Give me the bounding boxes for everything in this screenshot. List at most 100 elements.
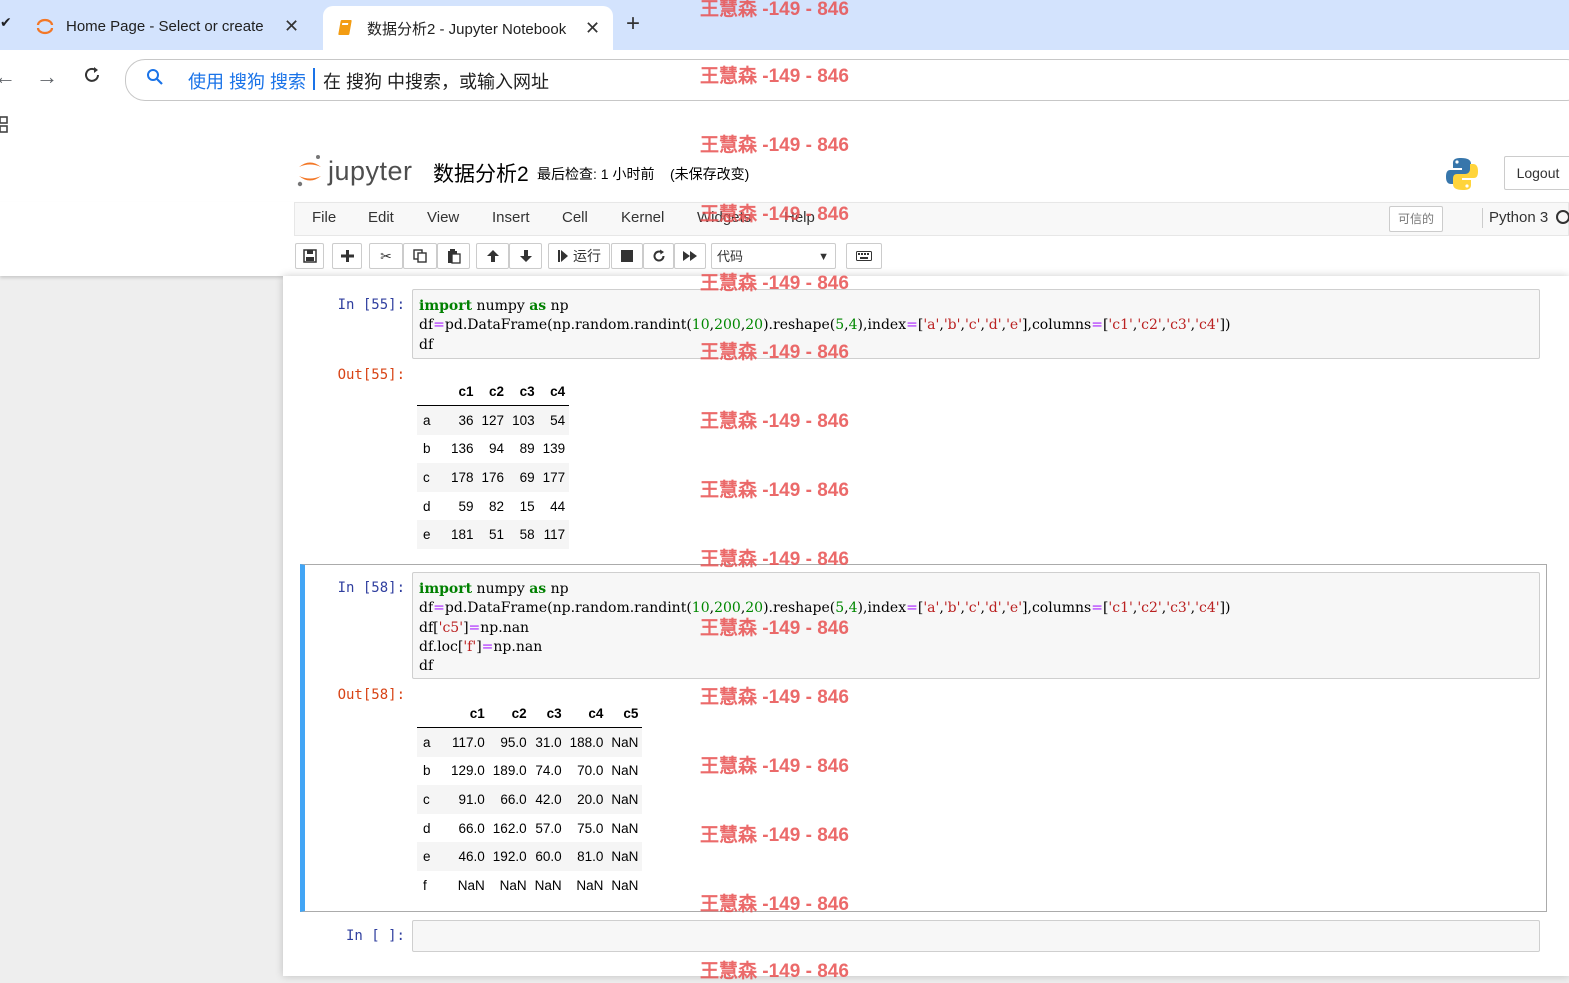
empty-code-cell-input[interactable] bbox=[412, 920, 1540, 952]
jupyter-logo[interactable]: jupyter bbox=[296, 154, 413, 188]
keyboard-icon bbox=[856, 251, 872, 261]
command-palette-button[interactable] bbox=[846, 243, 882, 269]
dataframe-table: c1 c2 c3 c4 c5 a 117.0 95.0 31.0 188.0 NaN b 129.0 18… bbox=[417, 700, 643, 900]
back-arrow-icon[interactable]: ← bbox=[0, 64, 16, 90]
table-cell: 136 bbox=[451, 441, 474, 457]
table-cell: 82 bbox=[489, 498, 505, 514]
insert-cell-button[interactable] bbox=[332, 243, 362, 269]
table-cell: 91.0 bbox=[458, 791, 485, 807]
notebook-favicon-icon bbox=[335, 17, 357, 39]
table-cell: 94 bbox=[489, 441, 505, 457]
row-index: f bbox=[423, 877, 427, 893]
menu-help[interactable]: Help bbox=[784, 209, 815, 226]
new-tab-button[interactable]: + bbox=[626, 10, 640, 38]
table-cell: NaN bbox=[611, 734, 639, 750]
index-header bbox=[417, 700, 447, 728]
reload-icon[interactable] bbox=[82, 65, 102, 91]
restart-run-all-button[interactable] bbox=[674, 243, 706, 269]
menu-file[interactable]: File bbox=[312, 209, 336, 226]
menu-view[interactable]: View bbox=[427, 209, 459, 226]
trusted-badge[interactable]: 可信的 bbox=[1389, 206, 1443, 232]
table-cell: 75.0 bbox=[577, 820, 604, 836]
table-cell: 54 bbox=[550, 412, 566, 428]
stop-icon bbox=[621, 250, 633, 262]
move-down-button[interactable] bbox=[509, 243, 542, 269]
input-prompt: In [55]: bbox=[337, 297, 405, 313]
save-button[interactable] bbox=[295, 243, 324, 269]
table-row: d 66.0 162.0 57.0 75.0 NaN bbox=[417, 814, 642, 843]
table-cell: 117 bbox=[543, 527, 566, 543]
menu-kernel[interactable]: Kernel bbox=[621, 209, 664, 226]
table-cell: 192.0 bbox=[492, 849, 527, 865]
column-header: c2 bbox=[488, 700, 531, 728]
paste-icon bbox=[447, 248, 461, 264]
paste-button[interactable] bbox=[437, 243, 470, 269]
table-cell: 36 bbox=[458, 412, 474, 428]
table-cell: NaN bbox=[611, 849, 639, 865]
run-label: 运行 bbox=[573, 248, 601, 264]
kernel-separator bbox=[1482, 208, 1483, 228]
close-icon[interactable]: ✕ bbox=[284, 16, 299, 37]
table-row: d 59 82 15 44 bbox=[417, 492, 569, 521]
forward-arrow-icon[interactable]: → bbox=[36, 64, 58, 90]
table-cell: 103 bbox=[512, 412, 535, 428]
logout-button[interactable]: Logout bbox=[1504, 156, 1569, 190]
table-cell: 51 bbox=[489, 527, 505, 543]
menu-widgets[interactable]: Widgets bbox=[697, 209, 751, 226]
table-cell: 57.0 bbox=[535, 820, 562, 836]
table-cell: 31.0 bbox=[535, 734, 562, 750]
index-header bbox=[417, 378, 447, 406]
table-cell: 60.0 bbox=[535, 849, 562, 865]
copy-button[interactable] bbox=[403, 243, 437, 269]
column-header: c1 bbox=[447, 378, 478, 406]
arrow-down-icon bbox=[519, 250, 532, 262]
output-prompt: Out[55]: bbox=[337, 367, 405, 383]
interrupt-kernel-button[interactable] bbox=[611, 243, 643, 269]
table-cell: 44 bbox=[550, 498, 566, 514]
column-header: c3 bbox=[508, 378, 539, 406]
output-prompt: Out[58]: bbox=[337, 687, 405, 703]
row-index: e bbox=[423, 527, 431, 543]
run-button[interactable]: 运行 bbox=[548, 243, 610, 269]
refresh-icon bbox=[653, 249, 665, 262]
menu-insert[interactable]: Insert bbox=[492, 209, 530, 226]
table-cell: 66.0 bbox=[500, 791, 527, 807]
restart-kernel-button[interactable] bbox=[643, 243, 674, 269]
column-header: c5 bbox=[607, 700, 643, 728]
cut-button[interactable]: ✂ bbox=[369, 243, 403, 269]
jupyter-header bbox=[0, 140, 1569, 202]
table-cell: 176 bbox=[481, 469, 505, 485]
apps-grid-icon[interactable] bbox=[0, 116, 10, 139]
table-row: e 46.0 192.0 60.0 81.0 NaN bbox=[417, 842, 643, 871]
table-cell: 129.0 bbox=[451, 763, 485, 779]
menu-cell[interactable]: Cell bbox=[562, 209, 588, 226]
kernel-idle-indicator-icon bbox=[1556, 210, 1569, 224]
move-up-button[interactable] bbox=[476, 243, 509, 269]
menu-edit[interactable]: Edit bbox=[368, 209, 394, 226]
notebook-name[interactable]: 数据分析2 bbox=[433, 158, 529, 188]
row-index: a bbox=[423, 412, 431, 428]
row-index: d bbox=[423, 498, 431, 514]
bookmark-bar bbox=[0, 110, 1569, 140]
dataframe-table: c1 c2 c3 c4 a 36 127 103 54 b 136 94 89 139 c 178 176 69 1… bbox=[417, 378, 570, 549]
table-row: e 181 51 58 117 bbox=[417, 520, 570, 549]
tab-home-page[interactable]: Home Page - Select or create ✕ bbox=[22, 6, 312, 46]
table-row: a 36 127 103 54 bbox=[417, 405, 570, 435]
cell-type-select[interactable]: 代码 ▼ bbox=[711, 243, 836, 269]
table-cell: 189.0 bbox=[492, 763, 527, 779]
code-cell-input[interactable]: import numpy as np df=pd.DataFrame(np.ra… bbox=[412, 572, 1540, 679]
copy-icon bbox=[413, 249, 427, 263]
table-cell: 95.0 bbox=[500, 734, 527, 750]
table-cell: 178 bbox=[451, 469, 474, 485]
table-cell: 162.0 bbox=[492, 820, 527, 836]
close-icon[interactable]: ✕ bbox=[585, 18, 600, 39]
arrow-up-icon bbox=[486, 250, 499, 262]
column-header: c4 bbox=[538, 378, 570, 406]
scissors-icon: ✂ bbox=[380, 247, 392, 264]
tab-list-chevron-icon[interactable]: ✔ bbox=[0, 14, 12, 31]
table-cell: 69 bbox=[519, 469, 535, 485]
code-cell-input[interactable]: import numpy as np df=pd.DataFrame(np.ra… bbox=[412, 289, 1540, 359]
row-index: c bbox=[423, 791, 430, 807]
tab-notebook[interactable]: 数据分析2 - Jupyter Notebook ✕ bbox=[323, 6, 613, 50]
table-row: b 129.0 189.0 74.0 70.0 NaN bbox=[417, 757, 642, 786]
